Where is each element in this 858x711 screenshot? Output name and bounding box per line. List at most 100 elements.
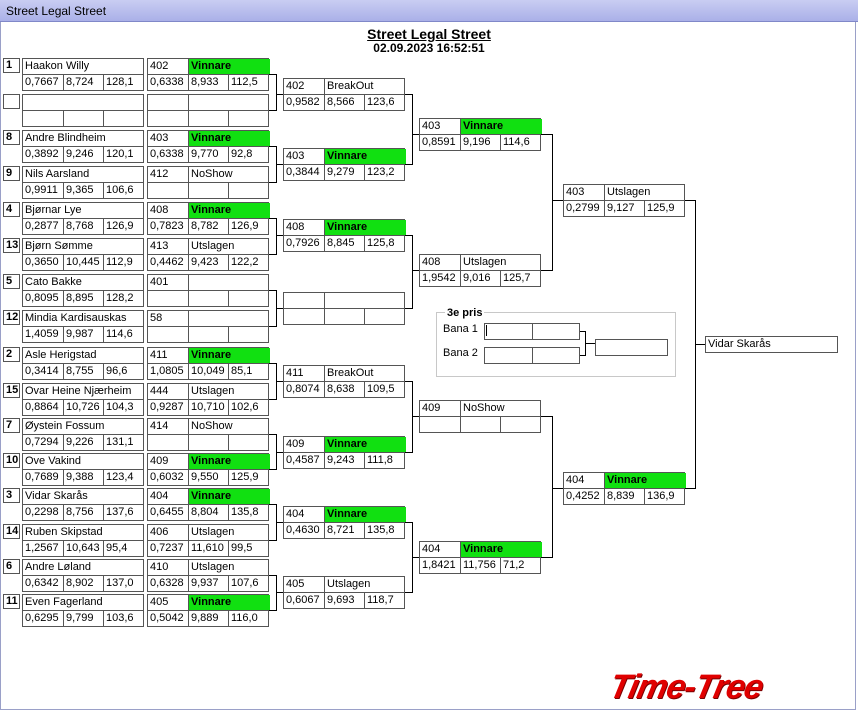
round2-slot-stats[interactable]: 0,7237 11,610 99,5: [147, 540, 269, 557]
round2-slot-result[interactable]: 58: [147, 310, 269, 327]
round3-slot-result[interactable]: 409 Vinnare: [283, 436, 406, 453]
round3-slot-result[interactable]: 408 Vinnare: [283, 219, 406, 236]
round3-slot-result[interactable]: 403 Vinnare: [283, 148, 406, 165]
round2-slot-stats[interactable]: [147, 326, 269, 343]
racer-stats[interactable]: 0,6342 8,902 137,0: [22, 575, 144, 592]
racer-name[interactable]: Øystein Fossum: [22, 418, 144, 435]
racer-stats[interactable]: 0,3892 9,246 120,1: [22, 146, 144, 163]
semifinal-slot-result[interactable]: 408 Utslagen: [419, 254, 541, 271]
racer-name[interactable]: Bjørn Sømme: [22, 238, 144, 255]
round2-slot-stats[interactable]: 0,6328 9,937 107,6: [147, 575, 269, 592]
racer-stats[interactable]: 0,3414 8,755 96,6: [22, 363, 144, 380]
racer-name[interactable]: Cato Bakke: [22, 274, 144, 291]
racer-stats[interactable]: 1,2567 10,643 95,4: [22, 540, 144, 557]
window-titlebar[interactable]: Street Legal Street: [0, 0, 858, 22]
round2-slot-result[interactable]: 406 Utslagen: [147, 524, 269, 541]
semifinal-slot-stats[interactable]: 1,9542 9,016 125,7: [419, 270, 541, 287]
round3-slot-stats[interactable]: 0,4630 8,721 135,8: [283, 522, 405, 539]
round3-slot-stats[interactable]: 0,6067 9,693 118,7: [283, 592, 405, 609]
racer-stats[interactable]: 0,8864 10,726 104,3: [22, 399, 144, 416]
semifinal-slot-stats[interactable]: 0,8591 9,196 114,6: [419, 134, 541, 151]
racer-name[interactable]: Andre Blindheim: [22, 130, 144, 147]
final-slot-result[interactable]: 403 Utslagen: [563, 184, 685, 201]
final-slot-stats[interactable]: 0,2799 9,127 125,9: [563, 200, 685, 217]
racer-name[interactable]: Ovar Heine Njærheim: [22, 383, 144, 400]
round2-slot-stats[interactable]: 0,5042 9,889 116,0: [147, 610, 269, 627]
round3-slot-stats-cell-et: 9,279: [324, 165, 364, 180]
round2-slot-stats[interactable]: [147, 182, 269, 199]
third-place-result[interactable]: [595, 339, 668, 356]
round3-slot-stats[interactable]: 0,7926 8,845 125,8: [283, 235, 405, 252]
round2-slot-result[interactable]: 403 Vinnare: [147, 130, 270, 147]
round3-slot-stats[interactable]: 0,9582 8,566 123,6: [283, 94, 405, 111]
racer-name[interactable]: Nils Aarsland: [22, 166, 144, 183]
racer-stats[interactable]: 0,3650 10,445 112,9: [22, 254, 144, 271]
racer-stats[interactable]: 0,2298 8,756 137,6: [22, 504, 144, 521]
racer-stats[interactable]: [22, 110, 144, 127]
round2-slot-result[interactable]: 414 NoShow: [147, 418, 269, 435]
round2-slot-result-cell-car: 409: [150, 455, 169, 467]
racer-name[interactable]: Mindia Kardisauskas: [22, 310, 144, 327]
round2-slot-stats[interactable]: [147, 290, 269, 307]
semifinal-slot-result[interactable]: 404 Vinnare: [419, 541, 542, 558]
champion-name[interactable]: Vidar Skarås: [705, 336, 838, 353]
round2-slot-result[interactable]: 411 Vinnare: [147, 347, 270, 364]
round2-slot-stats[interactable]: 0,9287 10,710 102,6: [147, 399, 269, 416]
round2-slot-stats[interactable]: [147, 110, 269, 127]
racer-name[interactable]: Ove Vakind: [22, 453, 144, 470]
round2-slot-result[interactable]: 409 Vinnare: [147, 453, 270, 470]
racer-stats[interactable]: 0,7667 8,724 128,1: [22, 74, 144, 91]
racer-stats[interactable]: 0,7294 9,226 131,1: [22, 434, 144, 451]
racer-stats[interactable]: 0,7689 9,388 123,4: [22, 469, 144, 486]
round3-slot-result[interactable]: [283, 292, 405, 309]
round2-slot-stats[interactable]: [147, 434, 269, 451]
racer-stats[interactable]: 0,6295 9,799 103,6: [22, 610, 144, 627]
round3-slot-stats[interactable]: 0,4587 9,243 111,8: [283, 452, 405, 469]
round3-slot-result[interactable]: 405 Utslagen: [283, 576, 405, 593]
round3-slot-result[interactable]: 411 BreakOut: [283, 365, 405, 382]
round3-slot-result[interactable]: 402 BreakOut: [283, 78, 405, 95]
round2-slot-result[interactable]: 444 Utslagen: [147, 383, 269, 400]
racer-stats[interactable]: 0,8095 8,895 128,2: [22, 290, 144, 307]
round3-slot-stats[interactable]: 0,8074 8,638 109,5: [283, 381, 405, 398]
round2-slot-stats[interactable]: 0,6338 8,933 112,5: [147, 74, 269, 91]
racer-name[interactable]: Even Fagerland: [22, 594, 144, 611]
round2-slot-stats[interactable]: 0,7823 8,782 126,9: [147, 218, 269, 235]
round3-slot-stats[interactable]: 0,3844 9,279 123,2: [283, 164, 405, 181]
semifinal-slot-stats[interactable]: [419, 416, 541, 433]
round2-slot-result[interactable]: 401: [147, 274, 269, 291]
final-slot-result[interactable]: 404 Vinnare: [563, 472, 686, 489]
round2-slot-result[interactable]: 413 Utslagen: [147, 238, 269, 255]
lane2-input[interactable]: [484, 347, 580, 364]
round2-slot-stats[interactable]: 0,4462 9,423 122,2: [147, 254, 269, 271]
racer-stats[interactable]: 1,4059 9,987 114,6: [22, 326, 144, 343]
final-slot-stats[interactable]: 0,4252 8,839 136,9: [563, 488, 685, 505]
round2-slot-stats[interactable]: 1,0805 10,049 85,1: [147, 363, 269, 380]
round2-slot-result[interactable]: 408 Vinnare: [147, 202, 270, 219]
round2-slot-result[interactable]: 402 Vinnare: [147, 58, 270, 75]
round2-slot-result[interactable]: 405 Vinnare: [147, 594, 270, 611]
racer-stats[interactable]: 0,2877 8,768 126,9: [22, 218, 144, 235]
semifinal-slot-result[interactable]: 403 Vinnare: [419, 118, 542, 135]
semifinal-slot-result[interactable]: 409 NoShow: [419, 400, 541, 417]
racer-name[interactable]: Bjørnar Lye: [22, 202, 144, 219]
round2-slot-stats[interactable]: 0,6338 9,770 92,8: [147, 146, 269, 163]
racer-name[interactable]: Vidar Skarås: [22, 488, 144, 505]
racer-name[interactable]: Ruben Skipstad: [22, 524, 144, 541]
round2-slot-stats[interactable]: 0,6032 9,550 125,9: [147, 469, 269, 486]
round3-slot-result[interactable]: 404 Vinnare: [283, 506, 406, 523]
racer-name[interactable]: [22, 94, 144, 111]
racer-name[interactable]: Asle Herigstad: [22, 347, 144, 364]
lane1-input[interactable]: [484, 323, 580, 340]
racer-stats[interactable]: 0,9911 9,365 106,6: [22, 182, 144, 199]
round2-slot-result[interactable]: 404 Vinnare: [147, 488, 270, 505]
round2-slot-stats[interactable]: 0,6455 8,804 135,8: [147, 504, 269, 521]
racer-name[interactable]: Haakon Willy: [22, 58, 144, 75]
racer-stats-cell-sp: 103,6: [103, 611, 145, 626]
semifinal-slot-stats[interactable]: 1,8421 11,756 71,2: [419, 557, 541, 574]
round2-slot-result[interactable]: 410 Utslagen: [147, 559, 269, 576]
round2-slot-result[interactable]: [147, 94, 269, 111]
round2-slot-result[interactable]: 412 NoShow: [147, 166, 269, 183]
round3-slot-stats[interactable]: [283, 308, 405, 325]
racer-name[interactable]: Andre Løland: [22, 559, 144, 576]
